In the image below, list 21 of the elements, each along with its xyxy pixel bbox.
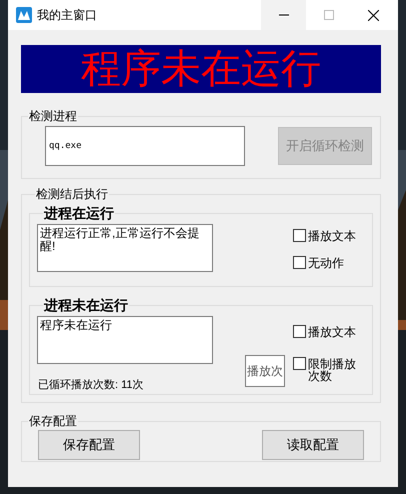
window-title: 我的主窗口 (37, 7, 97, 24)
app-icon (16, 7, 32, 23)
checkbox[interactable]: 播放文本 (293, 229, 363, 242)
status-banner: 程序未在运行 (21, 45, 381, 93)
group-title: 进程在运行 (43, 204, 115, 223)
message-box[interactable]: 程序未在运行 (37, 316, 213, 364)
load-config-button[interactable]: 读取配置 (262, 430, 364, 460)
group-title: 检测进程 (28, 108, 78, 125)
process-field[interactable]: qq.exe (45, 126, 245, 166)
close-icon (368, 10, 379, 20)
minimize-button[interactable] (261, 0, 306, 30)
checkbox[interactable]: 无动作 (293, 256, 363, 269)
message-box[interactable]: 进程运行正常,正常运行不会提醒! (37, 224, 213, 272)
play-count-button[interactable]: 播放次 (245, 355, 285, 387)
save-config-button[interactable]: 保存配置 (38, 430, 140, 460)
group-title: 进程未在运行 (43, 296, 129, 315)
checkbox[interactable]: 限制播放次数 (293, 357, 363, 382)
group-title: 检测结后执行 (35, 186, 109, 203)
group-title: 保存配置 (28, 413, 78, 430)
checkbox[interactable]: 播放文本 (293, 325, 363, 338)
maximize-icon (324, 10, 334, 20)
